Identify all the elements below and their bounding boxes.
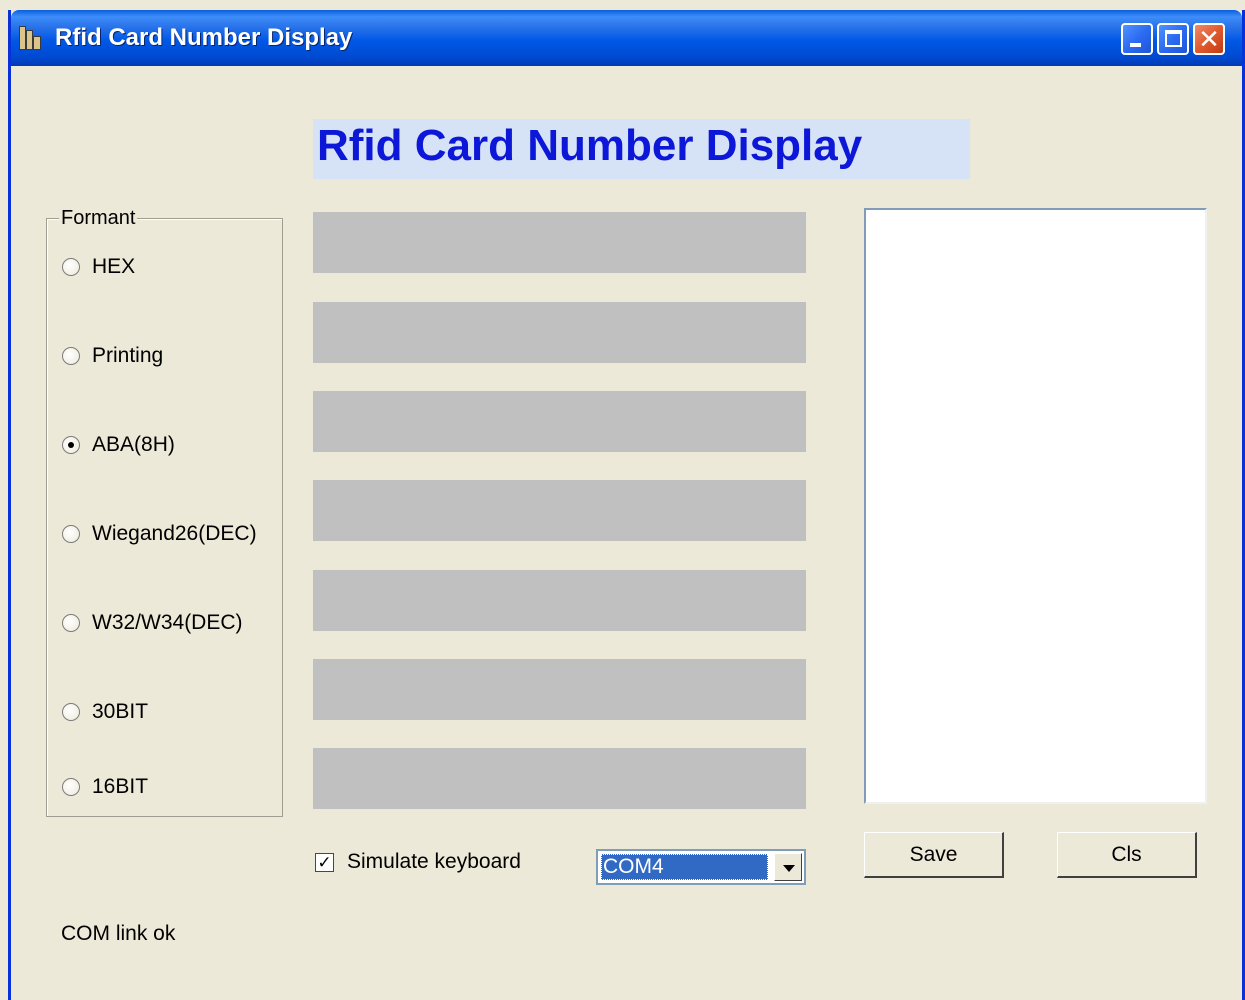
card-number-field-5 (313, 570, 806, 631)
card-number-field-6 (313, 659, 806, 720)
card-log-list[interactable] (864, 208, 1207, 804)
format-group: Formant HEX Printing ABA(8H) Wiegand26(D… (46, 207, 283, 817)
radio-label: 30BIT (92, 700, 149, 723)
title-bar[interactable]: Rfid Card Number Display ✕ (11, 10, 1242, 66)
radio-button-icon[interactable] (62, 525, 80, 543)
radio-label: Wiegand26(DEC) (92, 522, 257, 545)
radio-label: ABA(8H) (92, 433, 175, 456)
radio-label: 16BIT (92, 775, 149, 798)
heading-panel: Rfid Card Number Display (313, 119, 970, 179)
radio-hex[interactable]: HEX (62, 255, 135, 279)
card-number-field-1 (313, 212, 806, 273)
format-group-legend: Formant (59, 207, 138, 230)
radio-label: W32/W34(DEC) (92, 611, 243, 634)
status-text: COM link ok (61, 922, 176, 945)
dropdown-button[interactable] (774, 853, 802, 881)
dialog-body: Rfid Card Number Display Formant HEX Pri… (11, 66, 1242, 1000)
radio-button-icon[interactable] (62, 703, 80, 721)
radio-button-icon[interactable] (62, 258, 80, 276)
app-icon (19, 26, 41, 50)
radio-button-icon[interactable] (62, 347, 80, 365)
maximize-button[interactable] (1157, 23, 1189, 55)
chevron-down-icon (783, 865, 795, 872)
simulate-keyboard-checkbox[interactable]: ✓ (315, 852, 334, 872)
card-number-field-4 (313, 480, 806, 541)
radio-label: Printing (92, 344, 164, 367)
radio-16bit[interactable]: 16BIT (62, 775, 148, 799)
com-port-select[interactable]: COM4 (596, 849, 806, 885)
card-number-field-2 (313, 302, 806, 363)
window-title: Rfid Card Number Display (55, 24, 353, 51)
card-number-field-7 (313, 748, 806, 809)
radio-button-icon[interactable] (62, 778, 80, 796)
close-button[interactable]: ✕ (1193, 23, 1225, 55)
radio-label: HEX (92, 255, 136, 278)
save-button[interactable]: Save (864, 832, 1004, 878)
radio-wiegand26[interactable]: Wiegand26(DEC) (62, 522, 257, 546)
maximize-icon (1165, 30, 1182, 47)
radio-button-icon[interactable] (62, 436, 80, 454)
cls-button[interactable]: Cls (1057, 832, 1197, 878)
radio-w32-w34[interactable]: W32/W34(DEC) (62, 611, 243, 635)
com-port-value[interactable]: COM4 (601, 854, 768, 880)
radio-button-icon[interactable] (62, 614, 80, 632)
page-heading: Rfid Card Number Display (317, 121, 863, 170)
radio-30bit[interactable]: 30BIT (62, 700, 148, 724)
close-icon: ✕ (1198, 24, 1220, 54)
minimize-button[interactable] (1121, 23, 1153, 55)
simulate-keyboard-checkbox-row[interactable]: ✓ Simulate keyboard (315, 850, 521, 874)
app-window: Rfid Card Number Display ✕ Rfid Card Num… (8, 10, 1245, 1000)
simulate-keyboard-label: Simulate keyboard (347, 850, 521, 873)
radio-aba-8h[interactable]: ABA(8H) (62, 433, 175, 457)
minimize-icon (1130, 43, 1141, 47)
card-number-field-3 (313, 391, 806, 452)
radio-printing[interactable]: Printing (62, 344, 163, 368)
